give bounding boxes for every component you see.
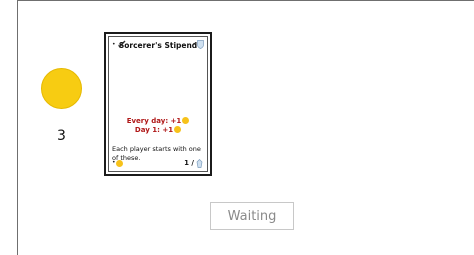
card-effects: Every day: +1 Day 1: +1 [109, 117, 207, 135]
card-supply: 1 / [184, 159, 194, 167]
card-frame: • Sorcerer's Stipend • Every day: +1 Day… [108, 36, 208, 172]
card-corner-dot: • [192, 41, 196, 48]
effect-every-day: Every day: +1 [109, 117, 207, 126]
card-sorcerers-stipend[interactable]: • Sorcerer's Stipend • Every day: +1 Day… [104, 32, 212, 176]
coin-count: 3 [57, 128, 66, 144]
supply-icon [196, 159, 203, 168]
coin-icon [174, 126, 182, 133]
shield-icon [197, 40, 204, 49]
effect-every-day-text: Every day: +1 [126, 117, 182, 125]
coin-icon [116, 160, 123, 167]
coin-icon [182, 117, 190, 124]
gold-coin-icon [41, 68, 82, 109]
effect-day-one: Day 1: +1 [109, 126, 207, 135]
card-corner-dot: • [112, 159, 116, 166]
waiting-button[interactable]: Waiting [210, 202, 294, 230]
card-footer: • 1 / [112, 159, 204, 168]
effect-day-one-text: Day 1: +1 [134, 126, 174, 134]
